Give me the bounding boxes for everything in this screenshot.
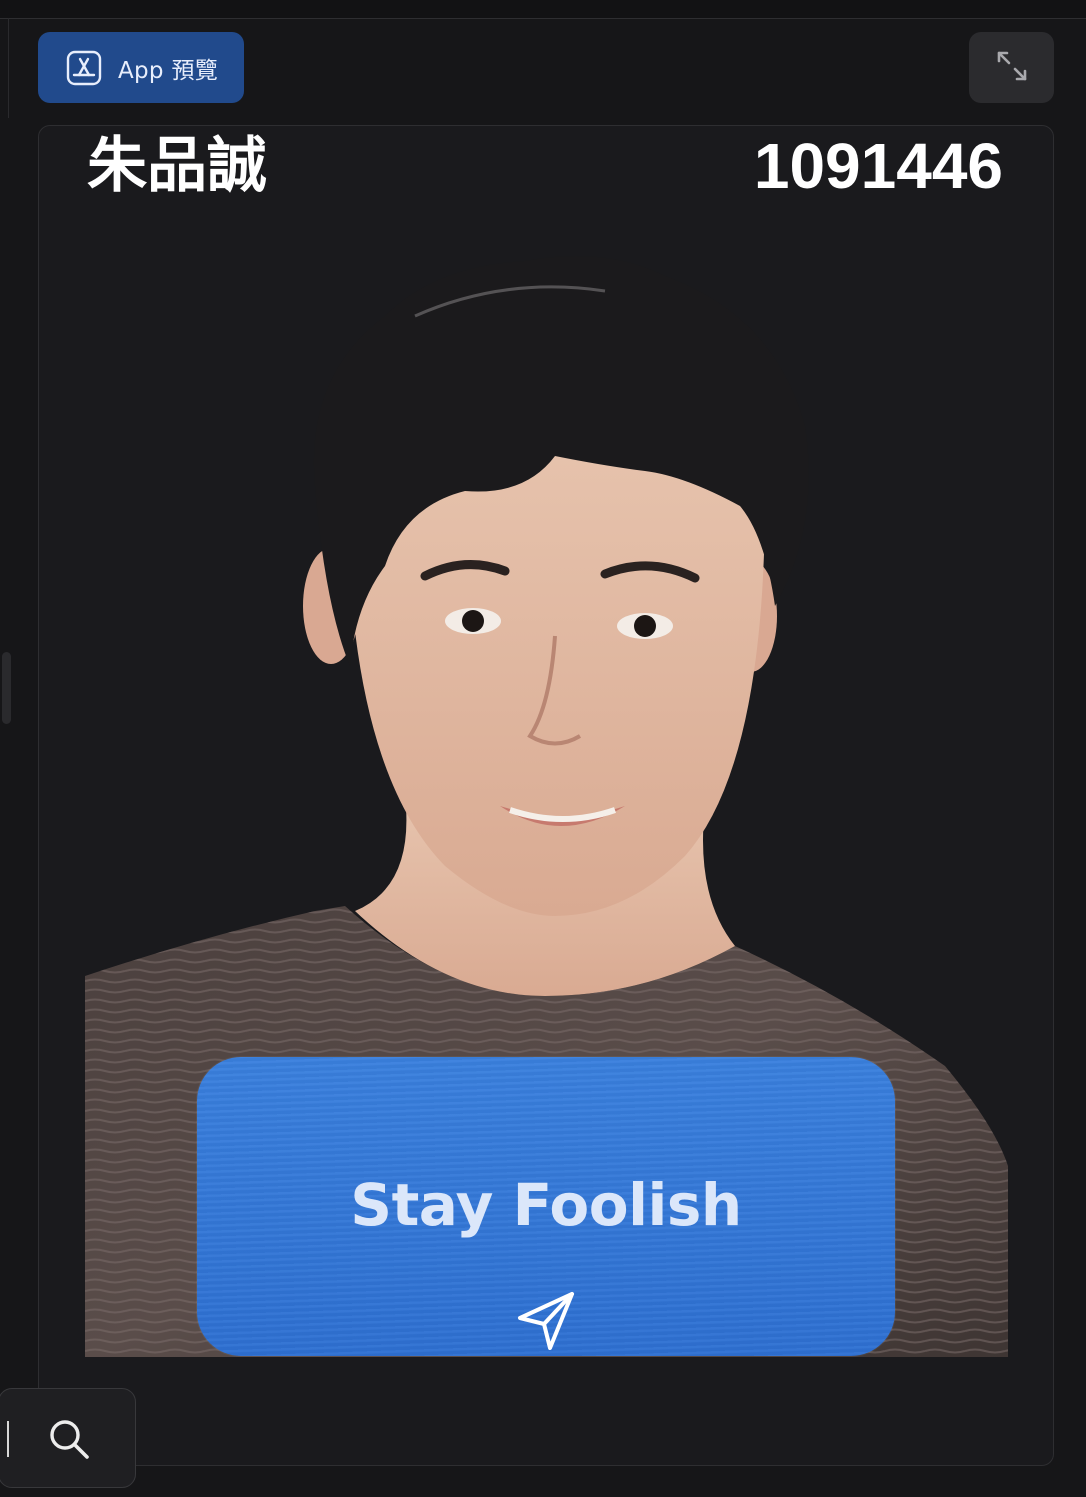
app-preview-button[interactable]: App 預覽 bbox=[38, 32, 244, 103]
expand-button[interactable] bbox=[969, 32, 1054, 103]
student-name: 朱品誠 bbox=[87, 131, 267, 201]
window-top-bar bbox=[0, 0, 1086, 19]
search-panel[interactable] bbox=[0, 1388, 136, 1488]
app-store-icon bbox=[66, 50, 102, 86]
student-id: 1091446 bbox=[753, 130, 1003, 202]
stay-foolish-card[interactable]: Stay Foolish bbox=[197, 1057, 895, 1356]
expand-arrows-icon bbox=[995, 49, 1029, 87]
left-panel-edge bbox=[0, 18, 9, 118]
text-caret bbox=[7, 1421, 9, 1457]
resize-handle[interactable] bbox=[2, 652, 11, 724]
action-title: Stay Foolish bbox=[350, 1171, 742, 1239]
app-preview-frame: 朱品誠 1091446 Stay Foolish bbox=[38, 125, 1054, 1466]
search-icon[interactable] bbox=[47, 1417, 91, 1461]
paper-plane-send-icon[interactable] bbox=[510, 1286, 582, 1356]
app-preview-label: App 預覽 bbox=[118, 57, 219, 84]
